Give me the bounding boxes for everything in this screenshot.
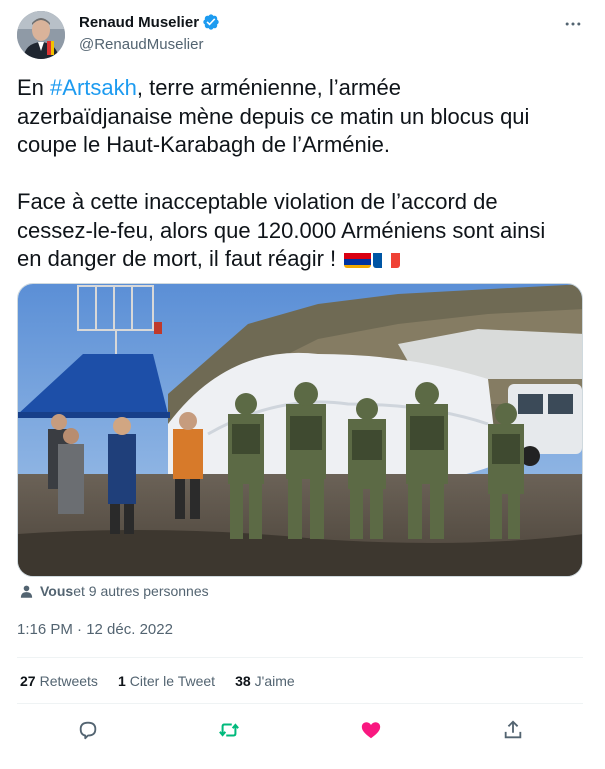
quotes-count: 1 bbox=[117, 673, 126, 689]
tweet-text-line: azerbaïdjanaise mène depuis ce matin un … bbox=[17, 103, 530, 129]
verified-badge-icon bbox=[203, 14, 219, 30]
tweet-card: Renaud Muselier @RenaudMuselier En #Arts… bbox=[0, 0, 605, 769]
tweet-text-segment: En bbox=[17, 75, 51, 100]
tweet-text-line: cessez-le-feu, alors que 120.000 Arménie… bbox=[17, 217, 546, 243]
engagement-stats: 27 Retweets 1 Citer le Tweet 38 J'aime bbox=[20, 673, 315, 689]
person-icon bbox=[20, 585, 33, 598]
avatar[interactable] bbox=[17, 11, 65, 59]
action-bar bbox=[17, 715, 583, 745]
divider bbox=[17, 657, 583, 658]
liked-by-others: et 9 autres personnes bbox=[73, 583, 209, 599]
flag-armenia-icon bbox=[344, 250, 372, 268]
retweets-stat[interactable]: 27 Retweets bbox=[20, 673, 98, 689]
reply-button[interactable] bbox=[75, 717, 101, 743]
retweet-icon bbox=[219, 723, 239, 737]
tweet-photo[interactable] bbox=[17, 283, 583, 577]
liked-by[interactable]: Vous et 9 autres personnes bbox=[19, 583, 209, 599]
more-dots-icon bbox=[565, 22, 581, 26]
tweet-text: En #Artsakh, terre arménienne, l’armée a… bbox=[17, 74, 592, 274]
flag-france-icon bbox=[373, 250, 401, 268]
like-button[interactable] bbox=[358, 717, 384, 743]
share-icon bbox=[504, 720, 522, 739]
more-options-button[interactable] bbox=[561, 12, 585, 36]
reply-icon bbox=[79, 721, 97, 740]
author-display-name[interactable]: Renaud Muselier bbox=[79, 14, 199, 31]
quotes-stat[interactable]: 1 Citer le Tweet bbox=[118, 673, 215, 689]
tweet-text-line: coupe le Haut-Karabagh de l’Arménie. bbox=[17, 132, 391, 157]
author-handle[interactable]: @RenaudMuselier bbox=[79, 36, 203, 53]
retweet-button[interactable] bbox=[216, 717, 242, 743]
hashtag-link[interactable]: #Artsakh bbox=[50, 75, 137, 100]
heart-filled-icon bbox=[361, 722, 381, 739]
tweet-text-segment: en danger de mort, il faut réagir ! bbox=[17, 246, 343, 271]
likes-count: 38 bbox=[235, 673, 251, 689]
tweet-text-line: Face à cette inacceptable violation de l… bbox=[17, 189, 498, 214]
tweet-timestamp[interactable]: 1:16 PM · 12 déc. 2022 bbox=[17, 621, 173, 638]
quotes-label: Citer le Tweet bbox=[129, 673, 216, 689]
likes-label: J'aime bbox=[254, 673, 295, 689]
likes-stat[interactable]: 38 J'aime bbox=[235, 673, 295, 689]
tweet-text-segment: , terre arménienne, l’armée bbox=[136, 75, 401, 100]
retweets-count: 27 bbox=[20, 673, 36, 689]
divider bbox=[17, 703, 583, 704]
liked-by-you: Vous bbox=[40, 583, 74, 599]
retweets-label: Retweets bbox=[39, 673, 98, 689]
share-button[interactable] bbox=[500, 717, 526, 743]
checkpoint-photo-image bbox=[18, 284, 582, 576]
